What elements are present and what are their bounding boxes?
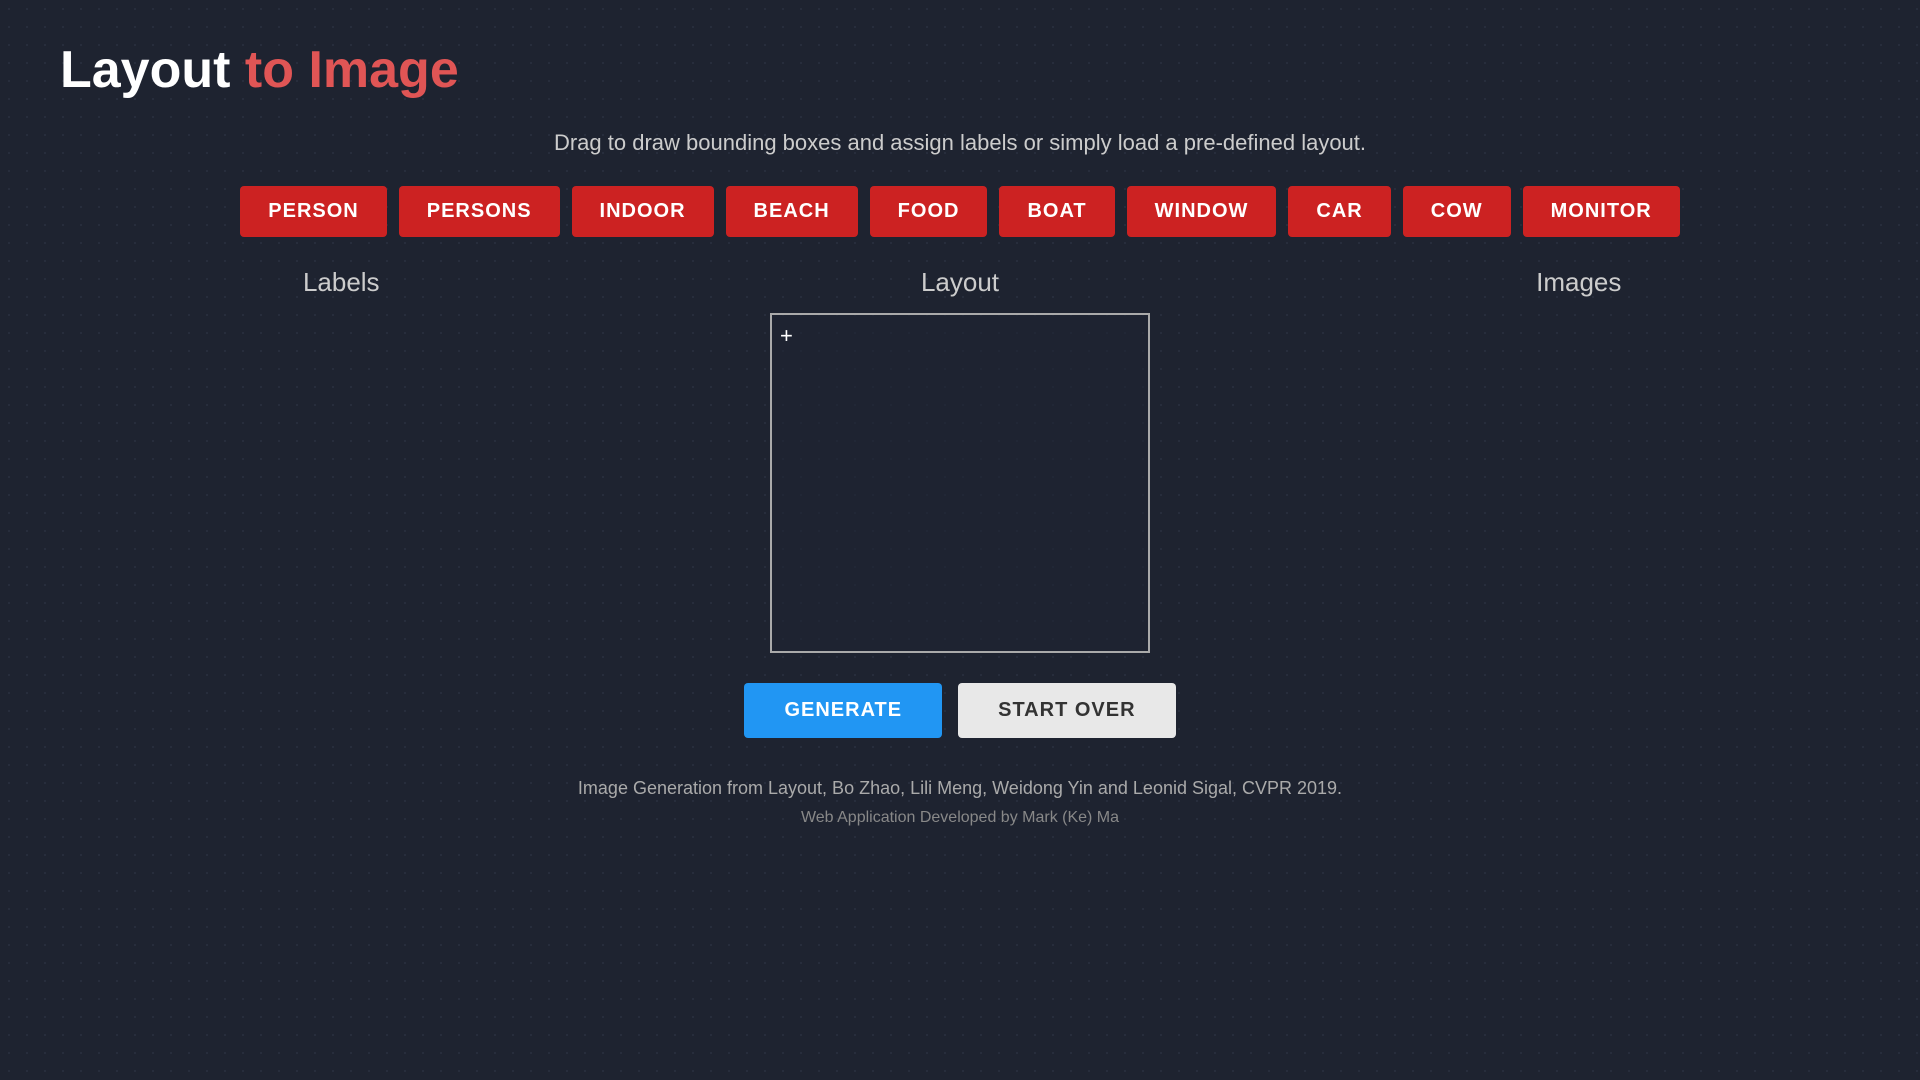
label-btn-monitor[interactable]: MONITOR [1523,186,1680,237]
images-section-title: Images [1536,267,1621,298]
images-section: Images [1298,267,1861,653]
label-buttons-container: PERSON PERSONS INDOOR BEACH FOOD BOAT WI… [240,186,1679,237]
label-btn-indoor[interactable]: INDOOR [572,186,714,237]
layout-section: Layout + [623,267,1298,653]
canvas-area[interactable]: + [770,313,1150,653]
title-layout-word: Layout [60,41,230,99]
start-over-button[interactable]: START OVER [958,683,1175,738]
app-title: Layout to Image [60,40,459,100]
footer-credit: Web Application Developed by Mark (Ke) M… [578,809,1342,827]
label-btn-window[interactable]: WINDOW [1127,186,1277,237]
main-area: Labels Layout + Images [60,267,1860,653]
layout-section-title: Layout [921,267,999,298]
action-buttons: GENERATE START OVER [744,683,1175,738]
label-btn-person[interactable]: PERSON [240,186,386,237]
labels-section-title: Labels [303,267,380,298]
title-to-word: to [245,41,294,99]
title-image-word: Image [308,41,458,99]
label-btn-cow[interactable]: COW [1403,186,1511,237]
label-btn-car[interactable]: CAR [1288,186,1390,237]
footer: Image Generation from Layout, Bo Zhao, L… [578,778,1342,827]
label-btn-food[interactable]: FOOD [870,186,988,237]
footer-citation: Image Generation from Layout, Bo Zhao, L… [578,778,1342,799]
label-btn-beach[interactable]: BEACH [726,186,858,237]
label-btn-persons[interactable]: PERSONS [399,186,560,237]
subtitle-text: Drag to draw bounding boxes and assign l… [554,130,1366,156]
labels-section: Labels [60,267,623,653]
app-container: Layout to Image Drag to draw bounding bo… [0,0,1920,867]
crosshair-cursor-icon: + [780,325,800,345]
label-btn-boat[interactable]: BOAT [999,186,1114,237]
generate-button[interactable]: GENERATE [744,683,942,738]
